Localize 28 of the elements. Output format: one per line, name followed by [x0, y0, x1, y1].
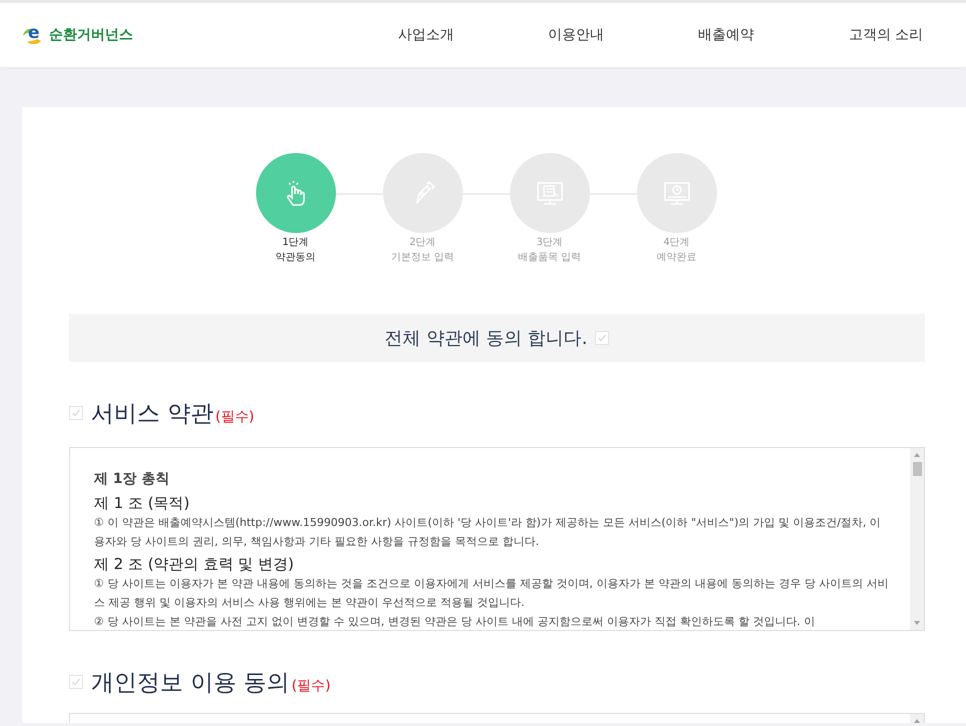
nav-link[interactable]: 이용안내 — [501, 26, 651, 44]
checkbox[interactable] — [595, 331, 610, 345]
check-icon — [71, 408, 81, 418]
required-label: (필수) — [292, 677, 331, 695]
terms-paragraph: ① 당 사이트는 이용자가 본 약관 내용에 동의하는 것을 조건으로 이용자에게 서비스를 제공할 것이며, 이용자가 본 약관의 내용에 동의하는 경우 당 사이트의 서비스 제공 행위 및 이용자의 서비스 사용 행위에는 본 약관이 우선적으로 적용될 것입니다. — [94, 576, 890, 611]
nav-link[interactable]: 사업소개 — [351, 26, 501, 44]
article-heading: 제 2 조 (약관의 효력 및 변경) — [94, 555, 295, 574]
agree-all-label: 전체 약관에 동의 합니다. — [384, 327, 588, 350]
scroll-up-icon[interactable] — [914, 719, 920, 723]
section-title: 개인정보 이용 동의 — [91, 669, 290, 698]
check-icon — [597, 333, 608, 343]
logo-text[interactable]: 순환거버넌스 — [49, 26, 133, 44]
scroll-down-icon[interactable] — [914, 621, 920, 625]
scrollbar[interactable] — [910, 448, 924, 630]
checkbox[interactable] — [69, 406, 83, 420]
nav-link[interactable]: 배출예약 — [651, 26, 801, 44]
scroll-up-icon[interactable] — [914, 453, 920, 457]
required-label: (필수) — [215, 408, 254, 426]
terms-paragraph: ② 당 사이트는 본 약관을 사전 고지 없이 변경할 수 있으며, 변경된 약관은 당 사이트 내에 공지함으로써 이용자가 직접 확인하도록 할 것입니다. 이 — [94, 614, 816, 630]
logo-mark[interactable]: e — [28, 22, 40, 44]
checkbox[interactable] — [69, 675, 83, 689]
check-icon — [71, 677, 81, 687]
article-heading: 제 1 조 (목적) — [94, 494, 191, 513]
terms-paragraph: ① 이 약관은 배출예약시스템(http://www.15990903.or.kr) 사이트(이하 '당 사이트'라 함)가 제공하는 모든 서비스(이하 "서비스")의 가입 및 이용조건/절차, 이용자와 당 사이트의 권리, 의무, 책임사항과 기타 필요한 사항을 규정함을 목적으로 합니다. — [94, 515, 882, 550]
chapter-heading: 제 1장 총칙 — [94, 470, 170, 488]
nav-link[interactable]: 고객의 소리 — [811, 26, 961, 44]
section-title: 서비스 약관 — [91, 400, 214, 429]
scroll-thumb[interactable] — [912, 462, 922, 476]
